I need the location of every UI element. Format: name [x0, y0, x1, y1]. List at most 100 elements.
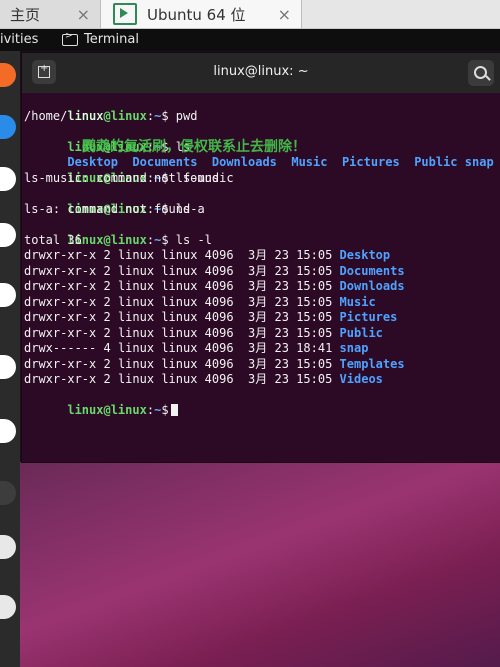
cursor	[170, 404, 178, 416]
size: 4096	[204, 372, 234, 386]
prompt-sep: :	[146, 403, 155, 417]
entry-name: Templates	[339, 356, 405, 371]
watermark-overlay: 鹦鹉的复活刷，侵权联系止去删除！	[82, 138, 306, 155]
day: 23	[274, 248, 289, 262]
ls-long-row: drwxr-xr-x 2 linux linux 4096 3月 23 15:0…	[24, 248, 500, 264]
links: 4	[103, 341, 111, 355]
desktop-background	[20, 462, 500, 667]
time: 15:05	[296, 294, 333, 309]
entry-name: Public	[339, 325, 383, 340]
terminal-line: /home/linux	[24, 109, 500, 125]
terminal-line: total 36	[24, 233, 500, 249]
size: 4096	[204, 279, 234, 293]
links: 2	[103, 310, 111, 324]
prompt-user-host: linux@linux	[67, 403, 147, 417]
terminal-title: linux@linux: ~	[213, 64, 309, 79]
disc-icon[interactable]	[0, 535, 16, 559]
month: 3月	[248, 279, 268, 293]
ls-long-row: drwx------ 4 linux linux 4096 3月 23 18:4…	[24, 341, 500, 357]
gnome-top-bar: ivities Terminal	[0, 29, 500, 51]
user: linux	[117, 372, 155, 386]
vm-tab-ubuntu[interactable]: Ubuntu 64 位 ×	[101, 0, 302, 28]
disc-icon[interactable]	[0, 595, 16, 619]
command-output: ls-music: command not found	[24, 170, 220, 185]
vm-tab-home[interactable]: 主页 ×	[0, 0, 101, 28]
terminal-line: ls-music: command not found	[24, 171, 500, 187]
entry-name: Documents	[339, 263, 405, 278]
mail-icon[interactable]	[0, 115, 16, 139]
command-output: total 36	[24, 232, 82, 247]
entry-name: Desktop	[339, 248, 391, 262]
links: 2	[103, 294, 111, 309]
close-icon[interactable]: ×	[278, 5, 291, 24]
activities-button[interactable]: ivities	[0, 32, 38, 47]
links: 2	[103, 248, 111, 262]
ls-long-row: drwxr-xr-x 2 linux linux 4096 3月 23 15:0…	[24, 279, 500, 295]
group: linux	[161, 263, 198, 278]
day: 23	[274, 310, 289, 324]
app-menu-terminal[interactable]: Terminal	[62, 31, 139, 47]
time: 15:05	[296, 372, 333, 386]
time: 15:05	[296, 279, 333, 293]
month: 3月	[248, 325, 268, 340]
perm: drwxr-xr-x	[24, 279, 97, 293]
dock	[0, 51, 20, 667]
size: 4096	[204, 310, 234, 324]
firefox-icon[interactable]	[0, 63, 16, 87]
links: 2	[103, 325, 111, 340]
terminal-line: ls-a: command not found	[24, 202, 500, 218]
terminal-line: linux@linux:~$ ls-a	[24, 186, 500, 216]
files-icon[interactable]	[0, 167, 16, 191]
music-icon[interactable]	[0, 223, 16, 247]
group: linux	[161, 294, 198, 309]
entry-name: Downloads	[339, 279, 405, 293]
user: linux	[117, 248, 155, 262]
perm: drwxr-xr-x	[24, 310, 97, 324]
entry-name: Pictures	[339, 310, 398, 324]
search-button[interactable]	[468, 60, 494, 86]
day: 23	[274, 372, 289, 386]
day: 23	[274, 341, 289, 355]
user: linux	[117, 263, 155, 278]
ls-long-row: drwxr-xr-x 2 linux linux 4096 3月 23 15:0…	[24, 326, 500, 342]
close-icon[interactable]: ×	[77, 5, 90, 24]
month: 3月	[248, 294, 268, 309]
time: 18:41	[296, 341, 333, 355]
perm: drwxr-xr-x	[24, 248, 97, 262]
group: linux	[161, 356, 198, 371]
user: linux	[117, 279, 155, 293]
links: 2	[103, 279, 111, 293]
vm-play-icon	[113, 3, 137, 25]
size: 4096	[204, 248, 234, 262]
month: 3月	[248, 248, 268, 262]
group: linux	[161, 310, 198, 324]
terminal-line: linux@linux:~$ ls-music	[24, 155, 500, 185]
terminal-dock-icon[interactable]	[0, 481, 16, 505]
entry-name: Videos	[339, 372, 383, 386]
day: 23	[274, 356, 289, 371]
day: 23	[274, 325, 289, 340]
month: 3月	[248, 356, 268, 371]
ls-long-row: drwxr-xr-x 2 linux linux 4096 3月 23 15:0…	[24, 264, 500, 280]
command-output: ls-a: command not found	[24, 201, 191, 216]
ls-long-row: drwxr-xr-x 2 linux linux 4096 3月 23 15:0…	[24, 372, 500, 388]
terminal-window[interactable]: linux@linux: ~ linux@linux:~$ pwd /home/…	[22, 53, 500, 462]
perm: drwxr-xr-x	[24, 263, 97, 278]
terminal-icon	[62, 31, 78, 46]
store-icon[interactable]	[0, 419, 16, 443]
size: 4096	[204, 356, 234, 371]
office-icon[interactable]	[0, 355, 16, 379]
size: 4096	[204, 263, 234, 278]
entry-name: Music	[339, 294, 376, 309]
size: 4096	[204, 341, 234, 355]
user: linux	[117, 356, 155, 371]
month: 3月	[248, 372, 268, 386]
perm: drwxr-xr-x	[24, 372, 97, 386]
ls-long-row: drwxr-xr-x 2 linux linux 4096 3月 23 15:0…	[24, 310, 500, 326]
vm-tab-home-label: 主页	[10, 5, 41, 24]
writer-icon[interactable]	[0, 283, 16, 307]
day: 23	[274, 279, 289, 293]
terminal-output[interactable]: linux@linux:~$ pwd /home/linux linux@lin…	[22, 93, 500, 462]
terminal-line: linux@linux:~$	[24, 388, 500, 417]
user: linux	[117, 341, 155, 355]
